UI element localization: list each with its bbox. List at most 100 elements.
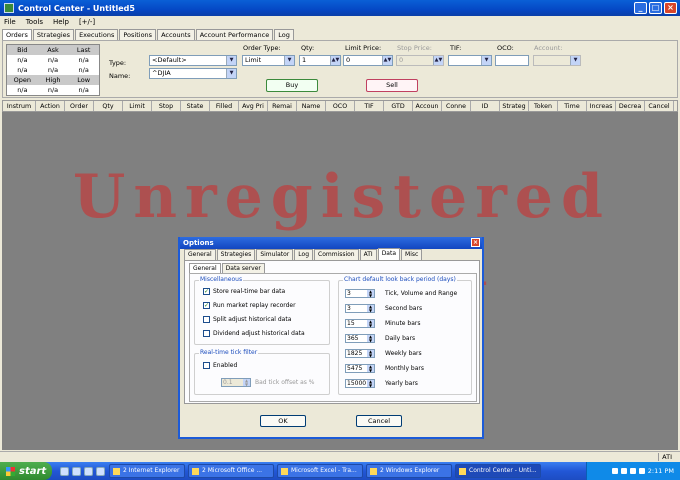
column-header[interactable]: Order: [65, 101, 94, 111]
menu-tools[interactable]: Tools: [26, 18, 43, 26]
ie-icon[interactable]: [60, 466, 69, 476]
menu-toggle[interactable]: [+/-]: [79, 18, 95, 26]
store-realtime-checkbox[interactable]: ✓ Store real-time bar data: [203, 288, 285, 295]
lookback-stepper[interactable]: 3 ▲ ▼: [345, 304, 375, 313]
start-button[interactable]: start: [0, 462, 52, 480]
column-header[interactable]: Action: [36, 101, 65, 111]
cancel-button[interactable]: Cancel: [356, 415, 402, 427]
column-header[interactable]: Decrea: [616, 101, 645, 111]
spinner-icon[interactable]: ▲▼: [367, 290, 374, 297]
close-icon[interactable]: ×: [471, 238, 480, 247]
tif-select[interactable]: ▼: [448, 55, 492, 66]
qty-stepper[interactable]: 1 ▲▼: [299, 55, 341, 66]
tray-icon[interactable]: [629, 468, 636, 474]
column-header[interactable]: Accoun: [413, 101, 442, 111]
column-header[interactable]: Instrum: [3, 101, 36, 111]
oco-input[interactable]: [495, 55, 529, 66]
tray-icon[interactable]: [638, 468, 645, 474]
maximize-button[interactable]: □: [649, 2, 662, 14]
app-icon: [4, 3, 14, 13]
lookback-value: 15: [347, 320, 355, 327]
spinner-icon[interactable]: ▲▼: [367, 380, 374, 387]
lookback-stepper[interactable]: 1825 ▲ ▼: [345, 349, 375, 358]
ok-button[interactable]: OK: [260, 415, 306, 427]
menu-file[interactable]: File: [4, 18, 16, 26]
column-header[interactable]: OCO: [326, 101, 355, 111]
column-header[interactable]: Conne: [442, 101, 471, 111]
tab-commission[interactable]: Commission: [314, 249, 359, 260]
tab-log[interactable]: Log: [274, 29, 294, 40]
tab-strategies[interactable]: Strategies: [216, 249, 256, 260]
lookback-stepper[interactable]: 15000 ▲ ▼: [345, 379, 375, 388]
tab-strategies[interactable]: Strategies: [32, 29, 75, 40]
miscellaneous-group: Miscellaneous ✓ Store real-time bar data …: [194, 276, 330, 345]
column-header[interactable]: Avg Pri: [239, 101, 268, 111]
tick-filter-enabled-checkbox[interactable]: Enabled: [203, 362, 237, 369]
column-header[interactable]: Increas: [587, 101, 616, 111]
spinner-icon[interactable]: ▲▼: [367, 305, 374, 312]
column-header[interactable]: TIF: [355, 101, 384, 111]
spinner-icon[interactable]: ▲▼: [367, 350, 374, 357]
close-button[interactable]: ×: [664, 2, 677, 14]
column-header[interactable]: ID: [471, 101, 500, 111]
column-header[interactable]: GTD: [384, 101, 413, 111]
task-microsoft-excel[interactable]: Microsoft Excel - Tra...: [277, 464, 363, 478]
tab-log[interactable]: Log: [294, 249, 313, 260]
options-tabs: General Strategies Simulator Log Commiss…: [184, 248, 423, 260]
tab-general[interactable]: General: [184, 249, 216, 260]
subtab-general[interactable]: General: [189, 263, 221, 273]
order-type-select[interactable]: Limit ▼: [242, 55, 295, 66]
tab-ati[interactable]: ATI: [359, 249, 377, 260]
buy-button[interactable]: Buy: [266, 79, 318, 92]
column-header[interactable]: Stop: [152, 101, 181, 111]
spinner-icon[interactable]: ▲▼: [367, 320, 374, 327]
tab-executions[interactable]: Executions: [75, 29, 119, 40]
sell-button[interactable]: Sell: [366, 79, 418, 92]
task-microsoft-office[interactable]: 2 Microsoft Office ...: [188, 464, 274, 478]
column-header[interactable]: Filled: [210, 101, 239, 111]
tab-accounts[interactable]: Accounts: [157, 29, 195, 40]
show-desktop-icon[interactable]: [84, 466, 93, 476]
lookback-stepper[interactable]: 15 ▲ ▼: [345, 319, 375, 328]
tab-account-performance[interactable]: Account Performance: [195, 29, 274, 40]
subtab-data-server[interactable]: Data server: [221, 263, 265, 273]
task-internet-explorer[interactable]: 2 Internet Explorer: [109, 464, 185, 478]
market-replay-checkbox[interactable]: ✓ Run market replay recorder: [203, 302, 296, 309]
spinner-icon[interactable]: ▲▼: [382, 56, 392, 65]
lookback-stepper[interactable]: 3 ▲ ▼: [345, 289, 375, 298]
dividend-adjust-checkbox[interactable]: Dividend adjust historical data: [203, 330, 305, 337]
stop-price-label: Stop Price:: [397, 44, 432, 52]
spinner-icon[interactable]: ▲▼: [367, 365, 374, 372]
minimize-button[interactable]: _: [634, 2, 647, 14]
column-header[interactable]: Qty: [94, 101, 123, 111]
column-header[interactable]: Name: [297, 101, 326, 111]
task-windows-explorer[interactable]: 2 Windows Explorer: [366, 464, 452, 478]
name-select[interactable]: ^DJIA ▼: [149, 68, 237, 79]
media-icon[interactable]: [96, 466, 105, 476]
column-header[interactable]: Strateg: [500, 101, 529, 111]
tif-label: TIF:: [450, 44, 462, 52]
column-header[interactable]: Cancel: [645, 101, 674, 111]
tray-icon[interactable]: [620, 468, 627, 474]
tab-simulator[interactable]: Simulator: [256, 249, 294, 260]
tab-misc[interactable]: Misc: [401, 249, 423, 260]
type-select[interactable]: <Default> ▼: [149, 55, 237, 66]
menu-help[interactable]: Help: [53, 18, 69, 26]
task-control-center[interactable]: Control Center - Unti...: [455, 464, 541, 478]
column-header[interactable]: State: [181, 101, 210, 111]
spinner-icon[interactable]: ▲▼: [367, 335, 374, 342]
lookback-stepper[interactable]: 5475 ▲ ▼: [345, 364, 375, 373]
column-header[interactable]: Limit: [123, 101, 152, 111]
column-header[interactable]: Time: [558, 101, 587, 111]
column-header[interactable]: Token: [529, 101, 558, 111]
limit-price-stepper[interactable]: 0 ▲▼: [343, 55, 393, 66]
tray-icon[interactable]: [611, 468, 618, 474]
tab-positions[interactable]: Positions: [119, 29, 157, 40]
outlook-icon[interactable]: [72, 466, 81, 476]
lookback-stepper[interactable]: 365 ▲ ▼: [345, 334, 375, 343]
split-adjust-checkbox[interactable]: Split adjust historical data: [203, 316, 291, 323]
tab-data[interactable]: Data: [377, 248, 401, 260]
column-header[interactable]: Remai: [268, 101, 297, 111]
spinner-icon[interactable]: ▲▼: [330, 56, 340, 65]
tab-orders[interactable]: Orders: [2, 29, 32, 40]
